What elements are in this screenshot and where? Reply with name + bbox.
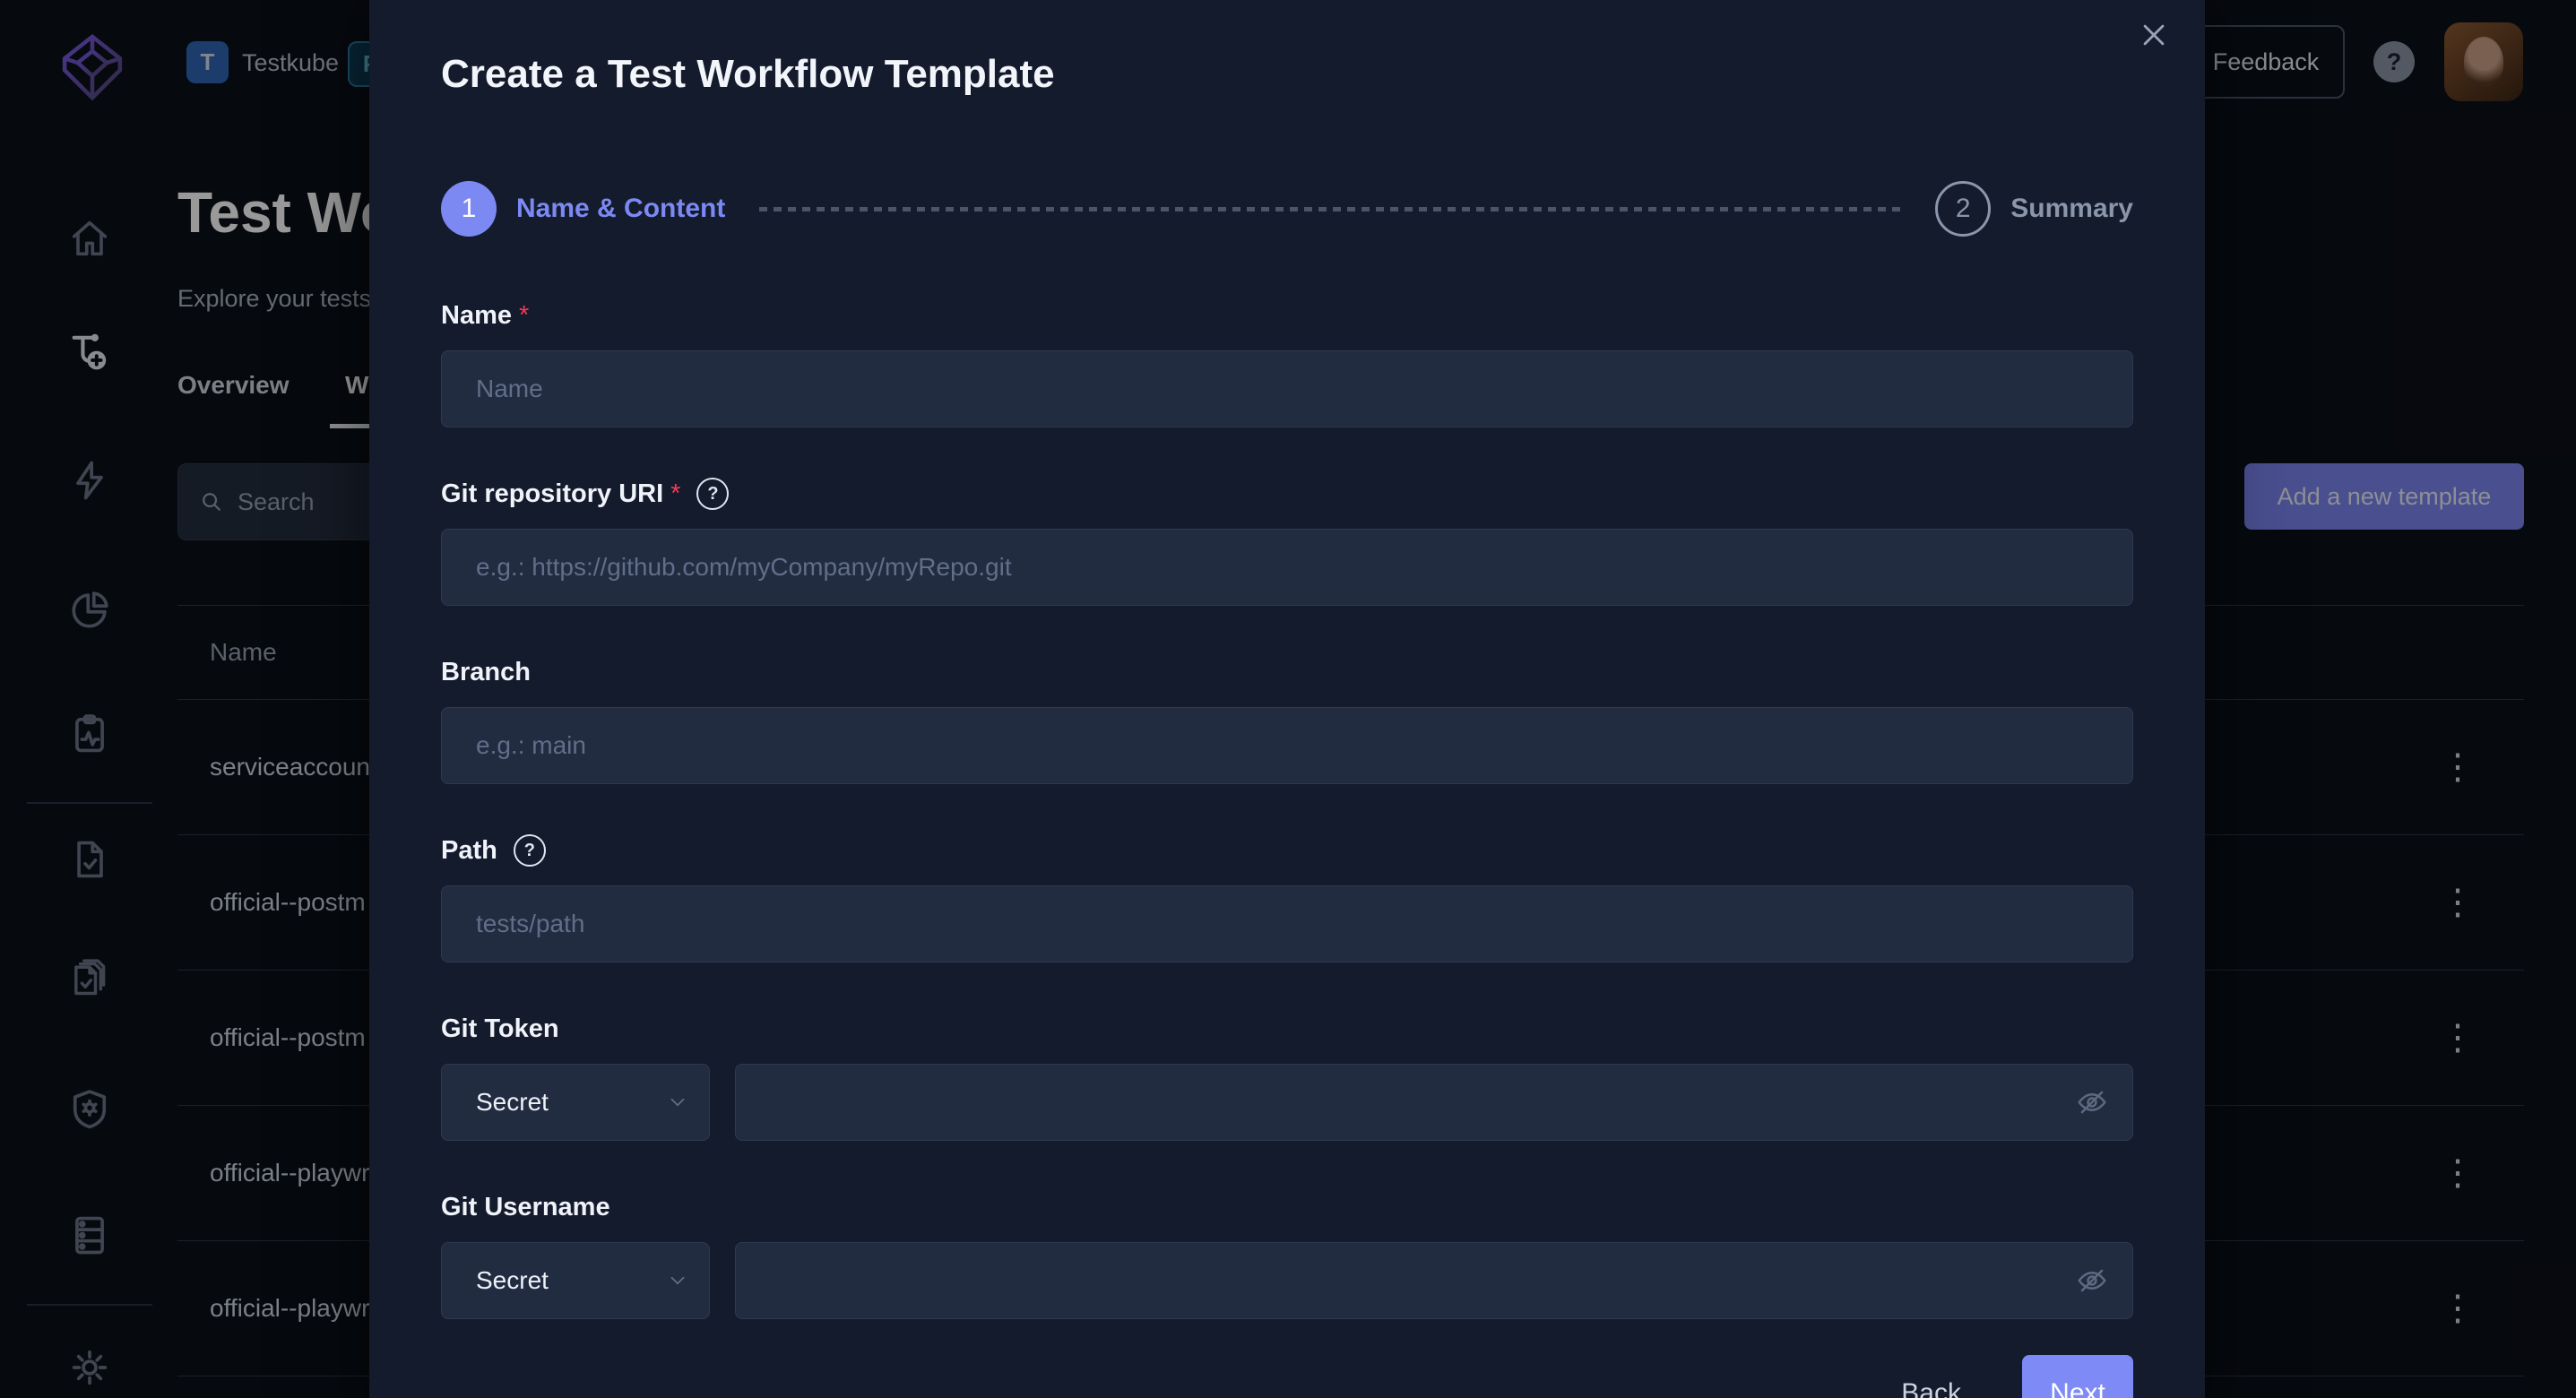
- template-form: Name * Name Git repository URI * ? e.g.:…: [441, 300, 2133, 1319]
- step-2-circle: 2: [1935, 181, 1991, 237]
- modal-title: Create a Test Workflow Template: [441, 50, 2133, 99]
- git-username-source-select[interactable]: Secret: [441, 1242, 710, 1319]
- required-mark: *: [670, 479, 680, 509]
- eye-off-icon[interactable]: [2075, 1264, 2109, 1298]
- branch-label: Branch: [441, 658, 531, 687]
- stepper: 1 Name & Content 2 Summary: [441, 181, 2133, 237]
- path-placeholder: tests/path: [476, 910, 584, 938]
- git-uri-input[interactable]: e.g.: https://github.com/myCompany/myRep…: [441, 529, 2133, 606]
- path-label: Path: [441, 836, 497, 866]
- branch-input[interactable]: e.g.: main: [441, 707, 2133, 784]
- git-username-label: Git Username: [441, 1193, 610, 1222]
- step-2-label: Summary: [2010, 194, 2133, 224]
- required-mark: *: [519, 301, 529, 331]
- eye-off-icon[interactable]: [2075, 1085, 2109, 1119]
- git-token-source-select[interactable]: Secret: [441, 1064, 710, 1141]
- modal-footer: Back Next: [441, 1355, 2133, 1398]
- create-template-modal: Create a Test Workflow Template 1 Name &…: [369, 0, 2205, 1398]
- app-root: T Testkube P Feedback ?: [0, 0, 2576, 1398]
- field-git-username: Git Username Secret: [441, 1192, 2133, 1319]
- git-uri-label: Git repository URI: [441, 479, 663, 509]
- git-uri-placeholder: e.g.: https://github.com/myCompany/myRep…: [476, 553, 1012, 582]
- git-username-input[interactable]: [735, 1242, 2133, 1319]
- back-button[interactable]: Back: [1896, 1377, 1967, 1398]
- field-path: Path ? tests/path: [441, 835, 2133, 962]
- git-token-input[interactable]: [735, 1064, 2133, 1141]
- name-input[interactable]: Name: [441, 350, 2133, 427]
- step-summary[interactable]: 2 Summary: [1935, 181, 2133, 237]
- chevron-down-icon: [666, 1091, 689, 1114]
- field-git-uri: Git repository URI * ? e.g.: https://git…: [441, 479, 2133, 606]
- chevron-down-icon: [666, 1269, 689, 1292]
- name-label: Name: [441, 301, 512, 331]
- field-git-token: Git Token Secret: [441, 1014, 2133, 1141]
- field-name: Name * Name: [441, 300, 2133, 427]
- stepper-connector: [759, 207, 1901, 211]
- step-name-content[interactable]: 1 Name & Content: [441, 181, 725, 237]
- path-input[interactable]: tests/path: [441, 885, 2133, 962]
- git-token-label: Git Token: [441, 1014, 559, 1044]
- help-tooltip-icon[interactable]: ?: [514, 834, 546, 867]
- field-branch: Branch e.g.: main: [441, 657, 2133, 784]
- step-1-label: Name & Content: [516, 194, 725, 224]
- step-1-circle: 1: [441, 181, 497, 237]
- name-placeholder: Name: [476, 375, 543, 403]
- branch-placeholder: e.g.: main: [476, 731, 586, 760]
- next-button[interactable]: Next: [2022, 1355, 2133, 1398]
- git-token-source-value: Secret: [476, 1088, 666, 1117]
- help-tooltip-icon[interactable]: ?: [696, 478, 729, 510]
- git-username-source-value: Secret: [476, 1266, 666, 1295]
